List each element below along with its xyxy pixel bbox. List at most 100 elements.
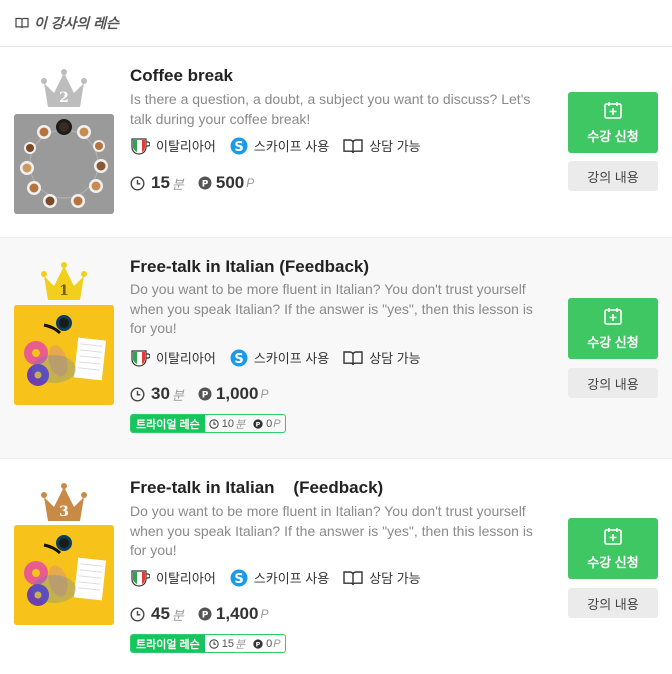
trial-duration-unit: 분	[235, 418, 246, 431]
svg-text:P: P	[256, 640, 261, 648]
language-tag: 이탈리아어	[130, 348, 216, 367]
italy-cup-icon	[131, 349, 150, 367]
language-label: 이탈리아어	[156, 139, 216, 154]
lesson-card: 3 Free-talk in Italian (Feedback) Do you…	[0, 459, 672, 674]
lesson-card: 2 Coffee break Is there a question, a do…	[0, 48, 672, 237]
trial-duration-unit: 분	[235, 638, 246, 651]
lesson-content-button[interactable]: 강의 내용	[568, 161, 658, 191]
lesson-thumbnail[interactable]	[14, 114, 114, 214]
coffee-cups-image	[14, 114, 114, 214]
consult-label: 상담 가능	[369, 139, 421, 154]
clock-icon	[130, 386, 145, 402]
svg-text:P: P	[256, 420, 261, 428]
consult-tag: 상담 가능	[343, 348, 421, 367]
duration-value: 45	[151, 604, 170, 623]
trial-price-unit: P	[273, 417, 281, 430]
trial-lesson-badge: 트라이얼 레슨 10 분 P 0P	[130, 414, 286, 433]
italy-cup-icon	[131, 137, 150, 155]
lesson-thumbnail[interactable]	[14, 525, 114, 625]
lesson-title[interactable]: Free-talk in Italian (Feedback)	[130, 478, 383, 498]
lesson-thumbnail[interactable]	[14, 305, 114, 405]
clock-icon	[209, 638, 219, 649]
trial-price-value: 0	[266, 417, 273, 430]
crown-rank-icon: 3	[41, 483, 87, 521]
price-value: 1,400	[215, 604, 259, 623]
section-title: 이 강사의 레슨	[34, 15, 120, 31]
enroll-button[interactable]: 수강 신청	[568, 518, 658, 579]
point-coin-icon: P	[198, 607, 212, 621]
duration-value: 30	[151, 384, 170, 403]
lesson-title[interactable]: Free-talk in Italian (Feedback)	[130, 257, 369, 277]
lesson-content-button[interactable]: 강의 내용	[568, 368, 658, 398]
lesson-description: Do you want to be more fluent in Italian…	[130, 503, 533, 558]
skype-icon: S	[230, 569, 248, 587]
consult-tag: 상담 가능	[343, 136, 421, 155]
skype-label: 스카이프 사용	[253, 351, 330, 366]
trial-price-value: 0	[266, 637, 273, 650]
lesson-tags: 이탈리아어 S 스카이프 사용 상담 가능	[130, 568, 435, 587]
price-unit: P	[246, 176, 255, 190]
calendar-add-icon	[604, 102, 622, 119]
skype-label: 스카이프 사용	[253, 139, 330, 154]
price-unit: P	[260, 607, 269, 621]
duration-value: 15	[151, 173, 170, 192]
point-coin-icon: P	[198, 176, 212, 190]
clock-icon	[130, 606, 145, 622]
point-coin-icon: P	[253, 418, 263, 429]
trial-price: P 0P	[249, 418, 284, 430]
breakfast-image	[14, 525, 114, 625]
enroll-button[interactable]: 수강 신청	[568, 92, 658, 153]
language-label: 이탈리아어	[156, 571, 216, 586]
skype-icon: S	[230, 137, 248, 155]
lesson-meta: 45 분 P 1,400 P	[130, 604, 268, 624]
duration-unit: 분	[171, 387, 184, 403]
rank-number: 1	[59, 283, 69, 299]
clock-icon	[130, 175, 145, 191]
skype-tag: S 스카이프 사용	[230, 568, 329, 587]
consult-tag: 상담 가능	[343, 568, 421, 587]
duration-unit: 분	[171, 176, 184, 192]
crown-rank-icon: 1	[41, 262, 87, 300]
consult-label: 상담 가능	[369, 571, 421, 586]
price-unit: P	[260, 387, 269, 401]
lesson-content-button[interactable]: 강의 내용	[568, 588, 658, 618]
enroll-button[interactable]: 수강 신청	[568, 298, 658, 359]
svg-text:P: P	[202, 391, 209, 401]
lesson-tags: 이탈리아어 S 스카이프 사용 상담 가능	[130, 136, 435, 155]
enroll-button-label: 수강 신청	[587, 129, 639, 144]
trial-duration-value: 15	[221, 637, 235, 650]
point-coin-icon: P	[198, 387, 212, 401]
lesson-description: Do you want to be more fluent in Italian…	[130, 281, 533, 336]
point-coin-icon: P	[253, 638, 263, 649]
enroll-button-label: 수강 신청	[587, 335, 639, 350]
price-value: 500	[215, 173, 245, 192]
italy-cup-icon	[131, 569, 150, 587]
language-label: 이탈리아어	[156, 351, 216, 366]
language-tag: 이탈리아어	[130, 136, 216, 155]
trial-duration: 10 분	[205, 416, 249, 432]
calendar-add-icon	[604, 308, 622, 325]
price-value: 1,000	[215, 384, 259, 403]
lesson-title[interactable]: Coffee break	[130, 66, 233, 86]
svg-text:P: P	[202, 180, 209, 190]
trial-price-unit: P	[273, 637, 281, 650]
lesson-tags: 이탈리아어 S 스카이프 사용 상담 가능	[130, 348, 435, 367]
svg-text:S: S	[234, 352, 243, 367]
lesson-meta: 15 분 P 500 P	[130, 173, 254, 193]
enroll-button-label: 수강 신청	[587, 555, 639, 570]
consult-label: 상담 가능	[369, 351, 421, 366]
crown-rank-icon: 2	[41, 69, 87, 107]
breakfast-image	[14, 305, 114, 405]
book-open-icon	[343, 350, 363, 365]
skype-tag: S 스카이프 사용	[230, 136, 329, 155]
section-header: 이 강사의 레슨	[0, 0, 672, 47]
trial-price: P 0P	[249, 638, 284, 650]
rank-number: 2	[59, 90, 69, 106]
svg-text:P: P	[202, 611, 209, 621]
skype-tag: S 스카이프 사용	[230, 348, 329, 367]
clock-icon	[209, 418, 219, 429]
lesson-card: 1 Free-talk in Italian (Feedback) Do you…	[0, 237, 672, 459]
book-open-icon	[343, 570, 363, 585]
rank-number: 3	[59, 504, 69, 520]
trial-duration-value: 10	[221, 417, 235, 430]
